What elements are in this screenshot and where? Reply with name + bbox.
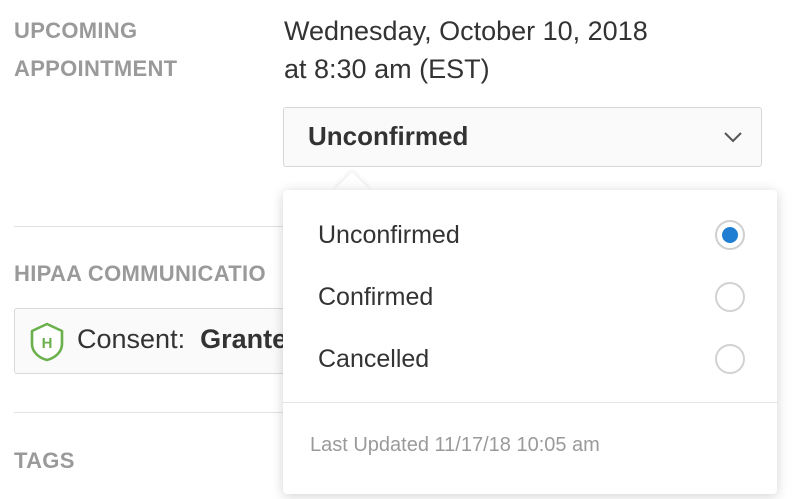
chevron-down-icon — [724, 132, 742, 143]
divider — [14, 412, 284, 413]
appointment-date: Wednesday, October 10, 2018 — [284, 16, 648, 46]
shield-h-icon: H — [30, 322, 64, 362]
consent-prefix: Consent: — [77, 324, 186, 354]
status-dropdown-menu: Unconfirmed Confirmed Cancelled Last Upd… — [283, 190, 777, 494]
last-updated-text: Last Updated 11/17/18 10:05 am — [310, 434, 600, 456]
radio-unchecked-icon[interactable] — [715, 344, 745, 374]
divider — [283, 402, 777, 403]
status-option-cancelled[interactable]: Cancelled — [283, 329, 777, 391]
upcoming-appointment-label: UPCOMING APPOINTMENT — [14, 18, 178, 81]
dropdown-caret — [333, 172, 371, 191]
radio-checked-icon[interactable] — [715, 220, 745, 250]
appointment-status-select[interactable]: Unconfirmed — [283, 107, 762, 167]
divider — [14, 226, 284, 227]
consent-text: Consent: Grante — [77, 324, 287, 355]
appointment-time: at 8:30 am (EST) — [284, 54, 490, 84]
option-label: Confirmed — [318, 283, 434, 311]
consent-badge: H Consent: Grante — [14, 308, 314, 374]
status-option-unconfirmed[interactable]: Unconfirmed — [283, 205, 777, 267]
consent-value: Grante — [200, 324, 288, 354]
svg-text:H: H — [42, 335, 53, 352]
hipaa-communication-label: HIPAA COMMUNICATIO — [14, 261, 266, 286]
option-label: Unconfirmed — [318, 221, 460, 249]
radio-unchecked-icon[interactable] — [715, 282, 745, 312]
appointment-datetime: Wednesday, October 10, 2018 at 8:30 am (… — [284, 12, 648, 88]
status-select-value: Unconfirmed — [308, 121, 469, 151]
tags-label: TAGS — [14, 448, 75, 473]
status-option-confirmed[interactable]: Confirmed — [283, 267, 777, 329]
option-label: Cancelled — [318, 345, 430, 373]
